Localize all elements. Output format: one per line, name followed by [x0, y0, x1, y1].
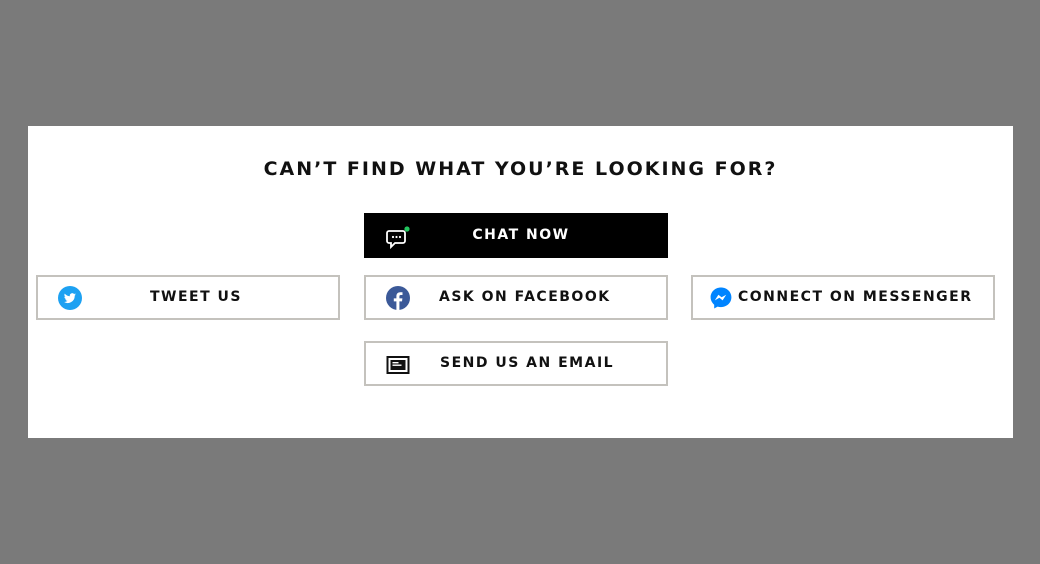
page-title: CAN’T FIND WHAT YOU’RE LOOKING FOR? [263, 158, 778, 180]
chat-now-label: CHAT NOW [472, 227, 570, 243]
ask-on-facebook-button[interactable]: ASK ON FACEBOOK [364, 275, 668, 320]
ask-on-facebook-label: ASK ON FACEBOOK [439, 289, 611, 305]
chat-now-button[interactable]: CHAT NOW [364, 213, 668, 258]
send-email-label: SEND US AN EMAIL [440, 355, 615, 371]
connect-on-messenger-button[interactable]: CONNECT ON MESSENGER [691, 275, 995, 320]
tweet-us-label: TWEET US [150, 289, 242, 305]
contact-panel: CAN’T FIND WHAT YOU’RE LOOKING FOR? CHAT… [28, 126, 1013, 438]
connect-on-messenger-label: CONNECT ON MESSENGER [738, 289, 973, 305]
messenger-icon [710, 287, 732, 309]
email-icon [386, 356, 410, 374]
twitter-icon [58, 286, 82, 310]
facebook-icon [386, 286, 410, 310]
send-email-button[interactable]: SEND US AN EMAIL [364, 341, 668, 386]
tweet-us-button[interactable]: TWEET US [36, 275, 340, 320]
